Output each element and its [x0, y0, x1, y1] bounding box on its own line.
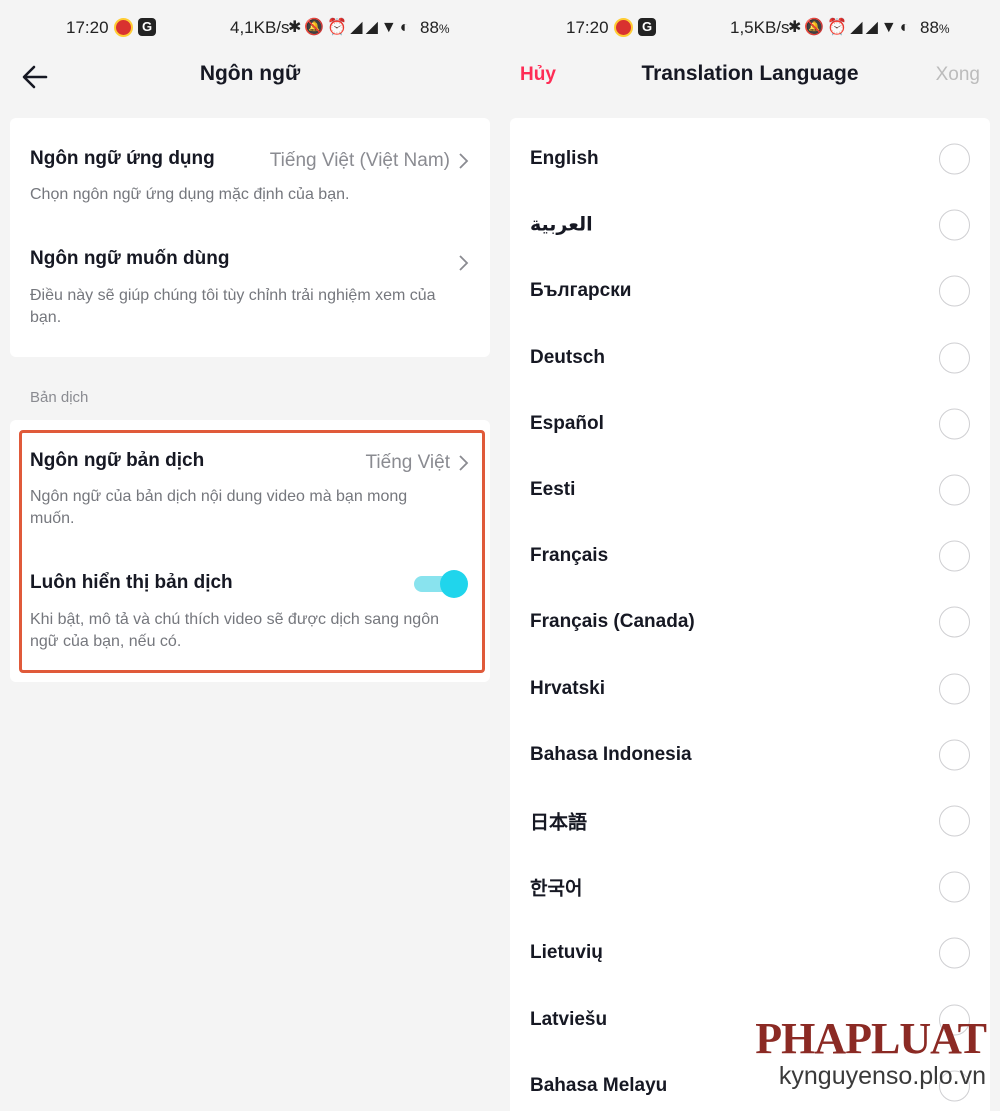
radio-button[interactable]: [939, 937, 970, 969]
language-option[interactable]: 한국어: [510, 854, 990, 920]
language-list: English العربية Български Deutsch Español Ees…: [510, 118, 990, 1111]
language-option-label: Bahasa Indonesia: [530, 743, 692, 765]
language-settings-screen: 17:20 G 4,1KB/s ✱🔕⏰◢◢▼◐ 88% Ngôn ngữ Ngô…: [0, 0, 500, 1111]
watermark-site: kynguyenso.plo.vn: [778, 1062, 986, 1090]
mute-icon: 🔕: [304, 19, 328, 36]
radio-button[interactable]: [939, 275, 970, 307]
radio-button[interactable]: [939, 871, 970, 903]
highlight-box: [19, 430, 485, 673]
app-language-desc: Chọn ngôn ngữ ứng dụng mặc định của bạn.: [30, 186, 350, 203]
notification-app-icon: [114, 18, 133, 37]
radio-button[interactable]: [939, 474, 970, 506]
language-option-label: Български: [530, 280, 632, 302]
language-option-label: Hrvatski: [530, 677, 605, 699]
language-option-label: 日本語: [530, 812, 588, 834]
app-language-row[interactable]: Ngôn ngữ ứng dụng Tiếng Việt (Việt Nam) …: [10, 118, 490, 218]
chevron-right-icon: [459, 255, 469, 271]
language-option-label: Eesti: [530, 479, 576, 500]
language-option-label: Español: [530, 412, 604, 434]
chevron-right-icon: [459, 153, 469, 169]
radio-button[interactable]: [939, 540, 970, 572]
language-option[interactable]: العربية: [510, 192, 990, 258]
radio-button[interactable]: [939, 739, 970, 771]
notification-app-icon: [614, 18, 633, 37]
nav-bar: Hủy Translation Language Xong: [500, 56, 1000, 96]
wifi-icon: ▼: [380, 19, 400, 36]
radio-button[interactable]: [939, 143, 970, 175]
signal-icon-2: ◢: [865, 19, 881, 36]
preferred-language-desc: Điều này sẽ giúp chúng tôi tùy chỉnh trả…: [30, 287, 436, 326]
clock: 17:20: [66, 18, 109, 37]
language-card: Ngôn ngữ ứng dụng Tiếng Việt (Việt Nam) …: [10, 118, 490, 357]
network-speed: 1,5KB/s: [730, 18, 790, 37]
language-option-label: 한국어: [530, 878, 583, 900]
battery-icon: ◐: [399, 19, 413, 36]
language-option[interactable]: Español: [510, 391, 990, 457]
language-option[interactable]: Eesti: [510, 457, 990, 523]
radio-button[interactable]: [939, 606, 970, 638]
g-app-icon: G: [138, 18, 156, 36]
translation-language-screen: 17:20 G 1,5KB/s ✱🔕⏰◢◢▼◐ 88% Hủy Translat…: [500, 0, 1000, 1111]
app-language-title: Ngôn ngữ ứng dụng: [30, 148, 215, 169]
network-speed: 4,1KB/s: [230, 18, 290, 37]
battery-level: 88%: [920, 18, 950, 37]
language-option-label: Français (Canada): [530, 611, 695, 633]
page-title: Translation Language: [641, 62, 859, 85]
bluetooth-icon: ✱: [288, 19, 305, 36]
wifi-icon: ▼: [880, 19, 900, 36]
signal-icon-2: ◢: [365, 19, 381, 36]
watermark: PHAPLUAT kynguyenso.plo.vn: [755, 1014, 987, 1091]
language-option-label: العربية: [530, 214, 593, 236]
language-option[interactable]: 日本語: [510, 788, 990, 854]
preferred-language-title: Ngôn ngữ muốn dùng: [30, 248, 230, 269]
radio-button[interactable]: [939, 209, 970, 241]
language-option[interactable]: Français: [510, 523, 990, 589]
status-bar: 17:20 G 4,1KB/s ✱🔕⏰◢◢▼◐ 88%: [0, 0, 500, 56]
language-option-label: Deutsch: [530, 346, 605, 368]
done-button[interactable]: Xong: [936, 64, 980, 86]
status-icons: ✱🔕⏰◢◢▼◐: [788, 17, 912, 37]
language-option[interactable]: Hrvatski: [510, 656, 990, 722]
radio-button[interactable]: [939, 342, 970, 374]
preferred-language-row[interactable]: Ngôn ngữ muốn dùng Điều này sẽ giúp chún…: [10, 233, 490, 343]
language-option-label: Français: [530, 545, 609, 567]
language-option[interactable]: Bahasa Indonesia: [510, 722, 990, 788]
language-option-label: English: [530, 148, 599, 169]
mute-icon: 🔕: [804, 19, 828, 36]
nav-bar: Ngôn ngữ: [0, 56, 500, 96]
language-option[interactable]: Lietuvių: [510, 920, 990, 986]
status-bar: 17:20 G 1,5KB/s ✱🔕⏰◢◢▼◐ 88%: [500, 0, 1000, 56]
app-language-value: Tiếng Việt (Việt Nam): [269, 150, 450, 171]
language-option-label: Lietuvių: [530, 942, 603, 964]
alarm-icon: ⏰: [327, 19, 351, 36]
language-option[interactable]: English: [510, 126, 990, 192]
signal-icon: ◢: [350, 19, 366, 36]
watermark-logo: PHAPLUAT: [755, 1014, 987, 1063]
alarm-icon: ⏰: [827, 19, 851, 36]
section-label-translation: Bản dịch: [30, 389, 89, 406]
clock: 17:20: [566, 18, 609, 37]
battery-icon: ◐: [899, 19, 913, 36]
battery-level: 88%: [420, 18, 450, 37]
page-title: Ngôn ngữ: [199, 62, 301, 85]
language-option[interactable]: Deutsch: [510, 325, 990, 391]
language-option[interactable]: Français (Canada): [510, 589, 990, 655]
g-app-icon: G: [638, 18, 656, 36]
radio-button[interactable]: [939, 408, 970, 440]
language-option[interactable]: Български: [510, 258, 990, 324]
radio-button[interactable]: [939, 673, 970, 705]
bluetooth-icon: ✱: [788, 19, 805, 36]
status-icons: ✱🔕⏰◢◢▼◐: [288, 17, 412, 37]
radio-button[interactable]: [939, 805, 970, 837]
language-option-label: Bahasa Melayu: [530, 1074, 668, 1096]
signal-icon: ◢: [850, 19, 866, 36]
language-option-label: Latviešu: [530, 1008, 608, 1030]
